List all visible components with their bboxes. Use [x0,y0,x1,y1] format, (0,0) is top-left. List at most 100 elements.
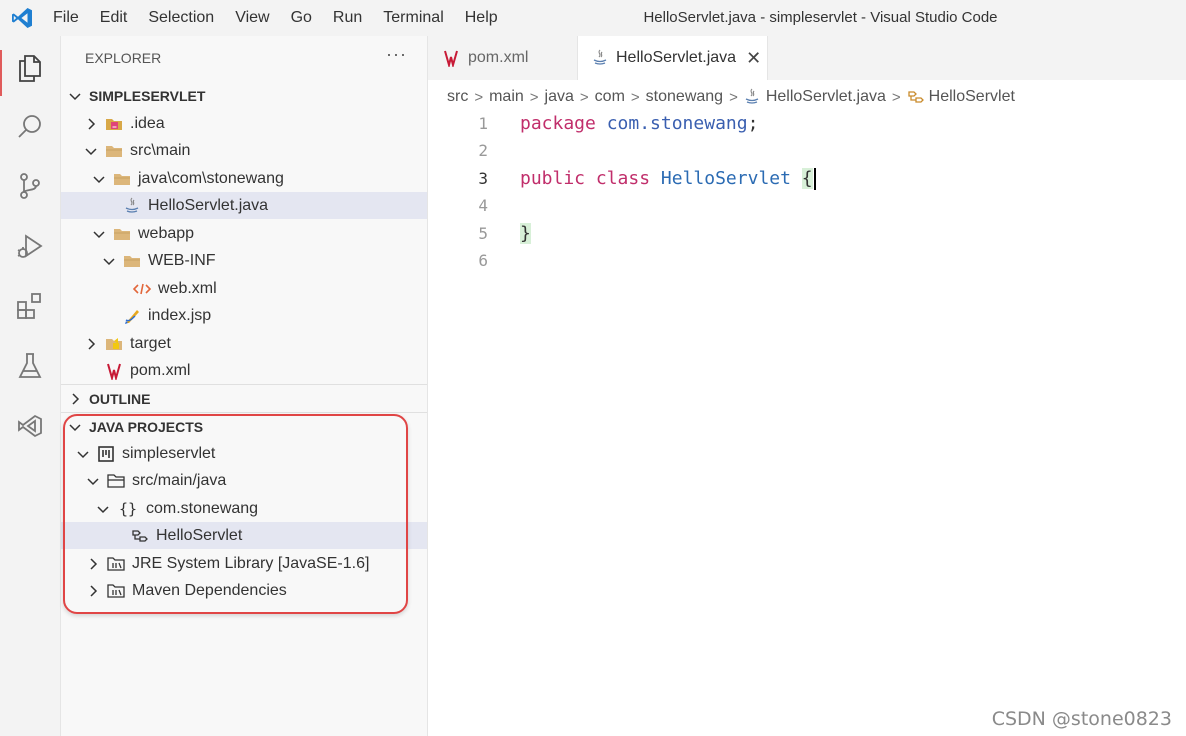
sidebar-title: EXPLORER [85,50,162,66]
chevron-down-icon [103,257,115,265]
tree-item-pom-xml[interactable]: pom.xml [61,357,427,384]
code-line: 2 [428,137,1186,164]
chevron-right-icon: > [474,88,484,106]
breadcrumb-item[interactable]: stonewang [646,88,723,106]
breadcrumb-item[interactable]: src [447,88,468,106]
tree-item-web-xml[interactable]: web.xml [61,275,427,302]
tree-item-java-package-folder[interactable]: java\com\stonewang [61,165,427,192]
explorer-sidebar: EXPLORER ··· SIMPLESERVLET .idea src\mai… [61,36,428,736]
code-line-current: 3 public class HelloServlet { [428,165,1186,192]
window-title: HelloServlet.java - simpleservlet - Visu… [643,9,998,26]
chevron-right-icon [88,117,96,130]
line-number: 1 [478,114,488,133]
highlight-annotation [63,414,408,614]
breadcrumb-item[interactable]: HelloServlet [929,88,1015,106]
maven-file-icon [442,49,460,67]
idea-folder-icon [105,115,123,133]
class-name: HelloServlet [660,168,791,189]
code-line: 1 package com.stonewang; [428,110,1186,137]
tree-item-src-main[interactable]: src\main [61,137,427,164]
semicolon: ; [747,113,759,134]
chevron-down-icon [93,230,105,238]
package-name: com.stonewang [606,113,748,134]
jsp-file-icon [123,307,141,325]
line-number: 3 [478,169,488,188]
tab-pom-xml[interactable]: pom.xml [428,36,578,80]
watermark: CSDN @stone0823 [991,708,1172,730]
tree-item-label: .idea [130,114,165,132]
code-line: 6 [428,247,1186,274]
brace: } [520,223,531,244]
breadcrumb-item[interactable]: com [595,88,625,106]
chevron-right-icon [72,392,80,405]
tree-item-label: HelloServlet.java [148,196,269,214]
explorer-icon[interactable] [14,52,46,84]
keyword: public [520,168,586,189]
chevron-right-icon: > [579,88,589,106]
chevron-right-icon: > [630,88,640,106]
more-actions-icon[interactable]: ··· [386,44,407,65]
xml-file-icon [133,280,151,298]
chevron-down-icon [85,147,97,155]
line-number: 4 [478,196,488,215]
folder-icon [123,252,141,270]
activity-bar [0,36,61,736]
chevron-down-icon [93,175,105,183]
workspace-section-header[interactable]: SIMPLESERVLET [61,82,427,109]
line-number: 5 [478,224,488,243]
chevron-right-icon: > [729,88,738,106]
java-file-icon [123,197,141,215]
brace: { [801,168,813,189]
class-icon [907,89,925,105]
extensions-icon[interactable] [14,290,46,322]
java-file-icon [592,49,608,67]
remote-icon[interactable] [14,410,46,442]
tree-item-label: webapp [138,224,195,242]
tree-item-label: src\main [130,141,191,159]
keyword: class [595,168,651,189]
text-cursor [813,168,816,190]
chevron-right-icon: > [529,88,539,106]
run-debug-icon[interactable] [14,230,46,262]
folder-icon [113,225,131,243]
java-file-icon [744,88,760,106]
tree-item-label: WEB-INF [148,251,216,269]
code-line: 4 [428,192,1186,219]
tab-bar: pom.xml HelloServlet.java ✕ [428,36,1186,80]
breadcrumb: src > main > java > com > stonewang > He… [447,86,1015,108]
outline-title: OUTLINE [89,390,151,407]
tree-item-webapp[interactable]: webapp [61,220,427,247]
outline-section-header[interactable]: OUTLINE [61,385,427,412]
tree-item-helloservlet-java[interactable]: HelloServlet.java [61,192,427,219]
tree-item-label: pom.xml [130,361,191,379]
active-indicator [0,50,2,96]
editor-area: pom.xml HelloServlet.java ✕ src > main >… [428,36,1186,736]
close-icon[interactable]: ✕ [746,48,761,69]
tree-item-index-jsp[interactable]: index.jsp [61,302,427,329]
tree-item-label: web.xml [158,279,217,297]
title-bar: File Edit Selection View Go Run Terminal… [0,0,1186,36]
breadcrumb-item[interactable]: main [489,88,524,106]
target-folder-icon [105,335,123,353]
testing-icon[interactable] [14,350,46,382]
workspace-name: SIMPLESERVLET [89,87,206,104]
source-control-icon[interactable] [14,170,46,202]
folder-icon [105,142,123,160]
tab-helloservlet-java[interactable]: HelloServlet.java ✕ [578,36,768,80]
keyword: package [520,113,596,134]
tree-item-label: target [130,334,171,352]
tree-item-label: index.jsp [148,306,212,324]
breadcrumb-item[interactable]: HelloServlet.java [766,88,886,106]
breadcrumb-item[interactable]: java [545,88,574,106]
folder-icon [113,170,131,188]
search-icon[interactable] [14,111,46,143]
tree-item-target[interactable]: target [61,330,427,357]
chevron-right-icon [88,337,96,350]
maven-file-icon [105,362,123,380]
tree-item-label: java\com\stonewang [138,169,284,187]
tree-item-idea[interactable]: .idea [61,110,427,137]
code-line: 5 } [428,220,1186,247]
tree-item-web-inf[interactable]: WEB-INF [61,247,427,274]
chevron-right-icon: > [891,88,901,106]
line-number: 6 [478,251,488,270]
